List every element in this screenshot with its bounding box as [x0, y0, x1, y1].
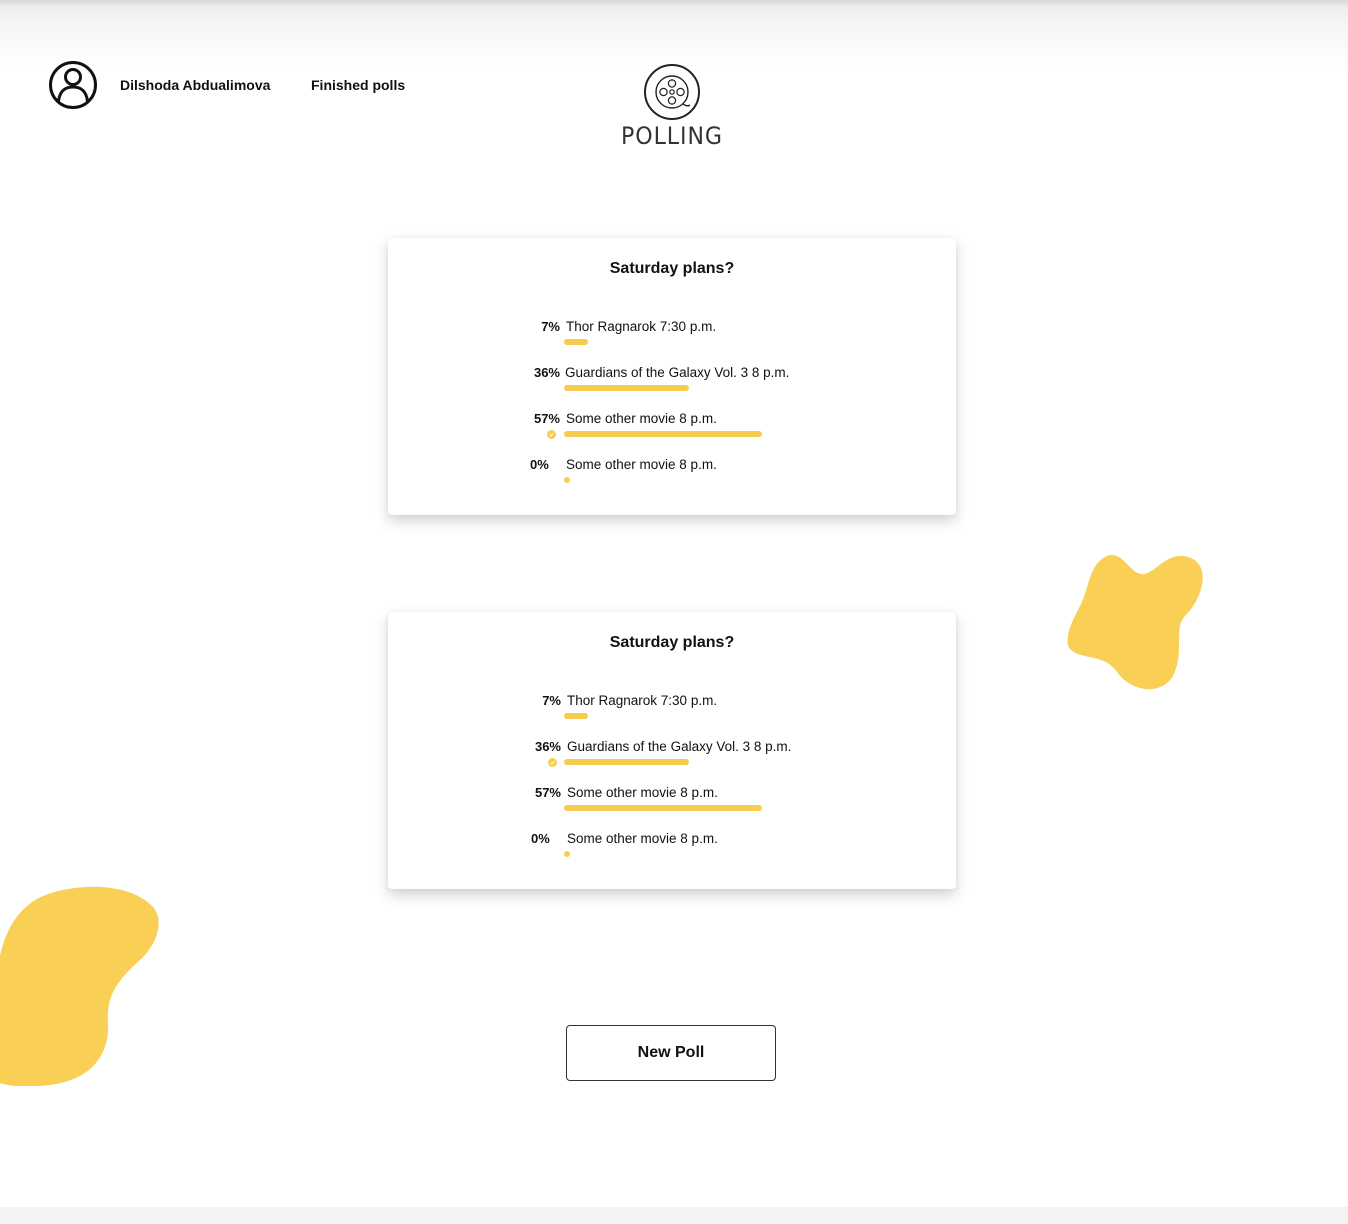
poll-option[interactable]: 0% Some other movie 8 p.m.	[388, 457, 956, 503]
option-label: Some other movie 8 p.m.	[567, 785, 718, 800]
user-avatar-icon[interactable]	[48, 60, 98, 110]
yellow-blob-right	[1067, 554, 1203, 690]
option-label: Thor Ragnarok 7:30 p.m.	[567, 693, 718, 708]
check-circle-icon	[548, 758, 557, 767]
option-percent: 7%	[541, 319, 560, 334]
poll-option[interactable]: 0% Some other movie 8 p.m.	[388, 831, 956, 877]
option-percent: 0%	[530, 457, 549, 472]
check-circle-icon	[547, 430, 556, 439]
option-result-bar	[564, 385, 689, 391]
film-reel-icon	[644, 64, 700, 120]
option-label: Some other movie 8 p.m.	[567, 831, 718, 846]
poll-option[interactable]: 36% Guardians of the Galaxy Vol. 3 8 p.m…	[388, 365, 956, 411]
option-result-dot	[564, 851, 570, 857]
bottom-strip	[0, 1207, 1348, 1224]
option-result-bar	[564, 339, 588, 345]
option-percent: 36%	[534, 739, 561, 754]
poll-option-selected[interactable]: 57% Some other movie 8 p.m.	[388, 411, 956, 457]
option-result-bar	[564, 431, 762, 437]
poll-card-1: Saturday plans? 7% Thor Ragnarok 7:30 p.…	[388, 238, 956, 515]
finished-polls-link[interactable]: Finished polls	[311, 77, 405, 93]
logo-text: POLLING	[621, 122, 723, 150]
option-label: Thor Ragnarok 7:30 p.m.	[566, 319, 717, 334]
new-poll-button[interactable]: New Poll	[566, 1025, 776, 1081]
option-percent: 57%	[533, 411, 560, 426]
poll-question: Saturday plans?	[609, 260, 735, 277]
option-percent: 36%	[533, 365, 560, 380]
option-result-bar	[564, 759, 689, 765]
option-result-dot	[564, 477, 570, 483]
option-percent: 0%	[531, 831, 550, 846]
poll-option[interactable]: 57% Some other movie 8 p.m.	[388, 785, 956, 831]
option-result-bar	[564, 805, 762, 811]
option-label: Guardians of the Galaxy Vol. 3 8 p.m.	[567, 739, 792, 754]
logo[interactable]: POLLING	[610, 63, 734, 150]
option-label: Some other movie 8 p.m.	[566, 457, 717, 472]
yellow-blob-left	[0, 886, 159, 1086]
poll-option-selected[interactable]: 36% Guardians of the Galaxy Vol. 3 8 p.m…	[388, 739, 956, 785]
poll-option[interactable]: 7% Thor Ragnarok 7:30 p.m.	[388, 693, 956, 739]
option-label: Guardians of the Galaxy Vol. 3 8 p.m.	[565, 365, 790, 380]
user-name-link[interactable]: Dilshoda Abdualimova	[120, 77, 270, 93]
top-shade	[0, 0, 1348, 70]
poll-card-2: Saturday plans? 7% Thor Ragnarok 7:30 p.…	[388, 612, 956, 889]
poll-question: Saturday plans?	[609, 634, 735, 651]
poll-option[interactable]: 7% Thor Ragnarok 7:30 p.m.	[388, 319, 956, 365]
option-percent: 7%	[542, 693, 561, 708]
option-percent: 57%	[534, 785, 561, 800]
option-label: Some other movie 8 p.m.	[566, 411, 717, 426]
option-result-bar	[564, 713, 588, 719]
